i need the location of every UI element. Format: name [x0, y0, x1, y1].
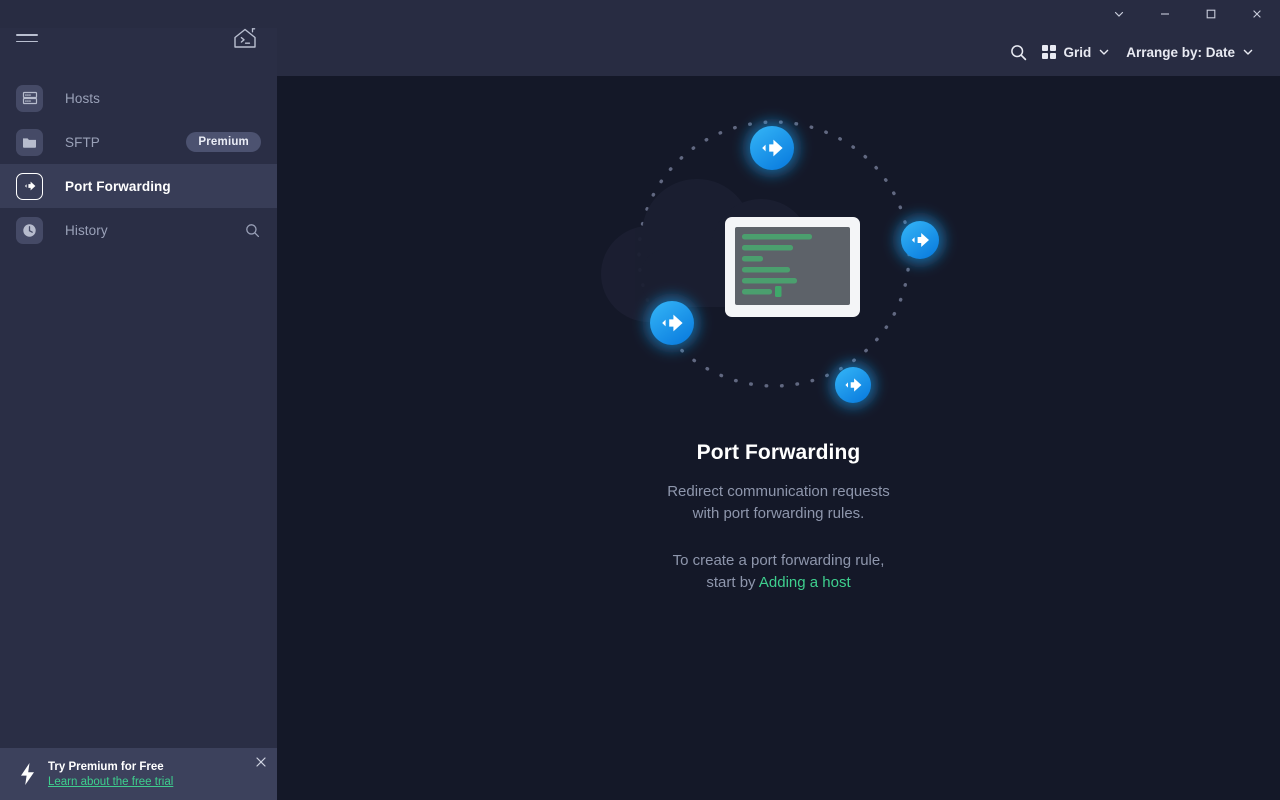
terminal-window: [724, 217, 860, 317]
subtitle-line-2: with port forwarding rules.: [692, 505, 865, 522]
view-mode-label: Grid: [1063, 44, 1092, 60]
search-button[interactable]: [1003, 37, 1034, 68]
empty-state-cta: To create a port forwarding rule, start …: [673, 550, 885, 594]
port-forwarding-illustration: [569, 99, 989, 429]
window-chevron-down-button[interactable]: [1096, 0, 1142, 28]
page-title: Port Forwarding: [696, 441, 861, 464]
empty-state-subtitle: Redirect communication requests with por…: [667, 481, 890, 525]
promo-link[interactable]: Learn about the free trial: [48, 776, 173, 788]
adding-a-host-link[interactable]: Adding a host: [759, 574, 851, 591]
promo-title: Try Premium for Free: [48, 760, 164, 773]
minimize-icon: [1161, 13, 1169, 15]
hamburger-menu-icon[interactable]: [16, 25, 42, 51]
sidebar-item-label: Port Forwarding: [65, 178, 171, 194]
sidebar-item-label: Hosts: [65, 90, 101, 106]
window-maximize-button[interactable]: [1188, 0, 1234, 28]
cta-prefix: start by: [706, 574, 759, 591]
search-icon: [1011, 44, 1027, 60]
promo-banner[interactable]: Try Premium for Free Learn about the fre…: [0, 748, 277, 800]
history-search-button[interactable]: [244, 222, 261, 239]
chevron-down-icon: [1243, 49, 1253, 55]
port-node-left: [637, 289, 706, 357]
sidebar-item-sftp[interactable]: SFTP Premium: [0, 120, 277, 164]
window-minimize-button[interactable]: [1142, 0, 1188, 28]
promo-text-block: Try Premium for Free Learn about the fre…: [48, 761, 173, 788]
search-icon: [246, 223, 260, 237]
sidebar-item-label: History: [65, 222, 108, 238]
chevron-down-icon: [1099, 49, 1109, 55]
status-badge: Premium: [186, 132, 261, 152]
cta-line-2: start by Adding a host: [673, 572, 885, 594]
promo-close-button[interactable]: [253, 754, 269, 770]
port-node-right: [888, 209, 951, 271]
sidebar-item-hosts[interactable]: Hosts: [0, 76, 277, 120]
lightning-bolt-icon: [14, 762, 40, 786]
maximize-icon: [1206, 9, 1216, 19]
window-titlebar: [0, 0, 1280, 28]
chevron-down-icon: [1114, 11, 1124, 17]
app-window: Hosts SFTP Premium Port Forwarding Histo…: [0, 0, 1280, 800]
content-toolbar: Grid Arrange by: Date: [277, 28, 1280, 76]
arrange-by-button[interactable]: Arrange by: Date: [1118, 39, 1262, 66]
close-icon: [256, 757, 266, 767]
sidebar-nav: Hosts SFTP Premium Port Forwarding Histo…: [0, 76, 277, 252]
main-content: Port Forwarding Redirect communication r…: [277, 76, 1280, 800]
sidebar-item-history[interactable]: History: [0, 208, 277, 252]
grid-icon: [1041, 44, 1057, 60]
port-node-bottom: [823, 356, 882, 414]
window-close-button[interactable]: [1234, 0, 1280, 28]
cta-line-1: To create a port forwarding rule,: [672, 552, 885, 569]
subtitle-line-1: Redirect communication requests: [667, 483, 890, 500]
port-node-top: [737, 114, 806, 182]
sidebar-item-label: SFTP: [65, 134, 100, 150]
sidebar: Hosts SFTP Premium Port Forwarding Histo…: [0, 0, 277, 800]
server-icon: [16, 84, 43, 112]
port-forward-arrow-icon: [16, 172, 43, 200]
close-icon: [1253, 10, 1261, 18]
sidebar-item-port-forwarding[interactable]: Port Forwarding: [0, 164, 277, 208]
clock-icon: [16, 216, 43, 244]
home-terminal-icon[interactable]: [231, 24, 259, 52]
view-mode-button[interactable]: Grid: [1034, 39, 1118, 66]
arrange-by-label: Arrange by: Date: [1126, 44, 1235, 60]
folder-icon: [16, 128, 43, 156]
illustration-graphic: [600, 114, 951, 414]
